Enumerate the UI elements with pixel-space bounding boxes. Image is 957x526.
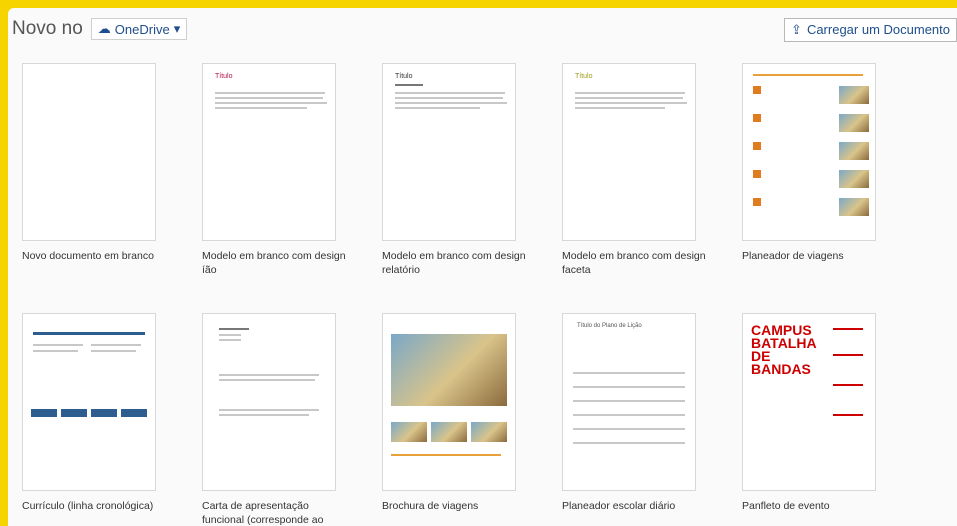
- template-thumbnail[interactable]: CAMPUS BATALHA DE BANDAS: [742, 313, 876, 491]
- template-card[interactable]: Currículo (linha cronológica): [22, 313, 182, 513]
- template-thumbnail[interactable]: [382, 313, 516, 491]
- upload-label: Carregar um Documento: [806, 22, 950, 37]
- template-thumbnail[interactable]: [202, 313, 336, 491]
- template-label[interactable]: Panfleto de evento: [742, 499, 892, 513]
- thumbnail-title: Título do Plano de Lição: [577, 323, 642, 329]
- template-label[interactable]: Brochura de viagens: [382, 499, 532, 513]
- upload-document-button[interactable]: ⇪ Carregar um Documento: [784, 18, 957, 42]
- header: Novo no ☁ OneDrive ▾: [12, 18, 188, 40]
- template-label[interactable]: Planeador escolar diário: [562, 499, 712, 513]
- location-dropdown[interactable]: ☁ OneDrive ▾: [90, 18, 188, 40]
- template-card[interactable]: CAMPUS BATALHA DE BANDAS Panfleto de eve…: [742, 313, 902, 513]
- page-title: Novo no: [12, 18, 83, 39]
- template-thumbnail[interactable]: [22, 63, 156, 241]
- template-label[interactable]: Planeador de viagens: [742, 249, 892, 263]
- thumbnail-title: Título: [395, 73, 413, 80]
- chevron-down-icon: ▾: [173, 21, 181, 36]
- template-card[interactable]: Título Modelo em branco com design facet…: [562, 63, 722, 277]
- template-thumbnail[interactable]: Título: [382, 63, 516, 241]
- template-thumbnail[interactable]: Título: [202, 63, 336, 241]
- template-label[interactable]: Currículo (linha cronológica): [22, 499, 172, 513]
- template-card[interactable]: Título Modelo em branco com design relat…: [382, 63, 542, 277]
- template-thumbnail[interactable]: Título: [562, 63, 696, 241]
- template-card[interactable]: Título Modelo em branco com design íão: [202, 63, 362, 277]
- template-thumbnail[interactable]: [742, 63, 876, 241]
- template-card[interactable]: Carta de apresentação funcional (corresp…: [202, 313, 362, 526]
- app-window: Novo no ☁ OneDrive ▾ ⇪ Carregar um Docum…: [8, 8, 957, 526]
- location-label: OneDrive: [114, 21, 170, 37]
- template-label[interactable]: Modelo em branco com design relatório: [382, 249, 532, 277]
- cloud-icon: ☁: [97, 21, 111, 36]
- template-label[interactable]: Modelo em branco com design faceta: [562, 249, 712, 277]
- template-card[interactable]: Brochura de viagens: [382, 313, 542, 513]
- template-card[interactable]: Planeador de viagens: [742, 63, 902, 263]
- template-label[interactable]: Novo documento em branco: [22, 249, 172, 263]
- template-thumbnail[interactable]: Título do Plano de Lição: [562, 313, 696, 491]
- template-card[interactable]: Título do Plano de Lição Planeador escol…: [562, 313, 722, 513]
- upload-icon: ⇪: [791, 22, 802, 37]
- thumbnail-title: Título: [575, 73, 593, 80]
- template-thumbnail[interactable]: [22, 313, 156, 491]
- template-label[interactable]: Modelo em branco com design íão: [202, 249, 352, 277]
- thumbnail-title: Título: [215, 73, 233, 80]
- template-label[interactable]: Carta de apresentação funcional (corresp…: [202, 499, 352, 526]
- poster-headline: CAMPUS BATALHA DE BANDAS: [751, 322, 817, 377]
- template-card[interactable]: Novo documento em branco: [22, 63, 182, 263]
